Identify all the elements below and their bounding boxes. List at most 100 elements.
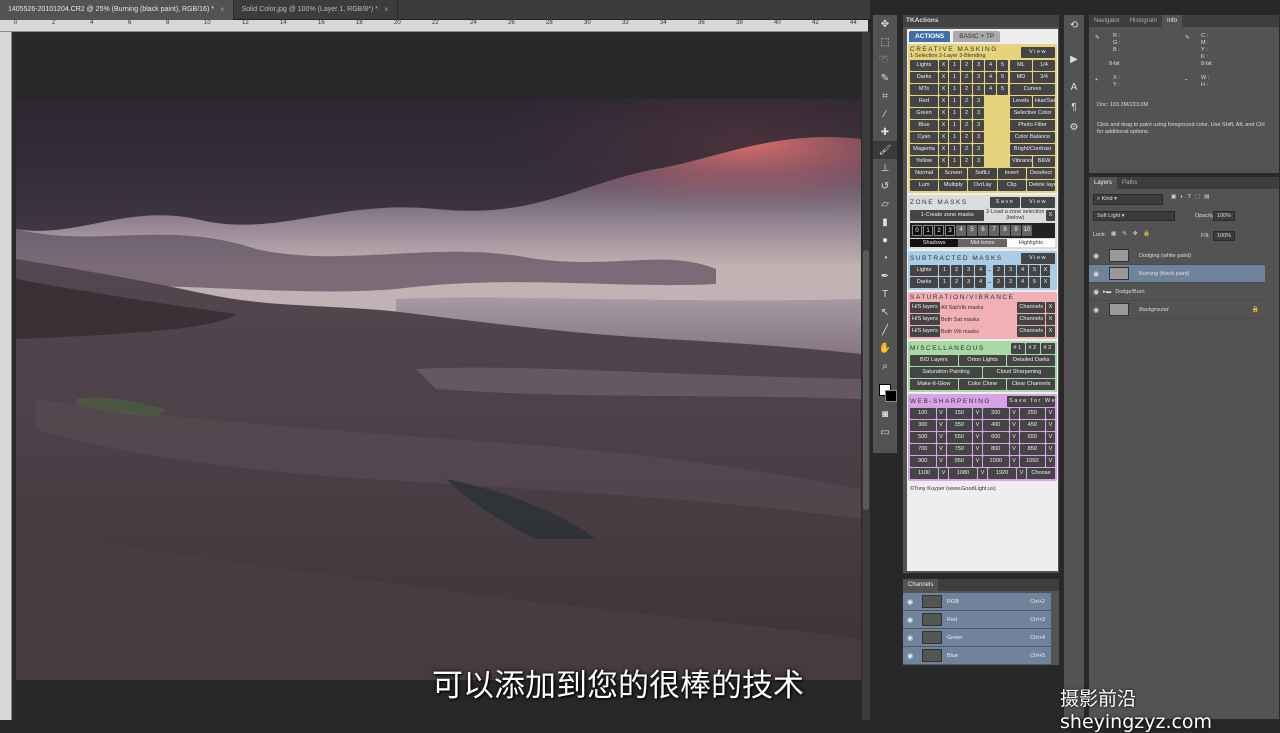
misc-button[interactable]: B/D Layers <box>910 355 958 366</box>
level-button[interactable]: 1 <box>939 277 950 288</box>
level-button[interactable]: 2 <box>993 265 1004 276</box>
adjustment-button[interactable]: Levels <box>1010 96 1032 107</box>
web-size-button[interactable]: 300 <box>910 420 936 431</box>
misc-1-button[interactable]: #1 <box>1011 343 1025 354</box>
eye-icon[interactable]: ◉ <box>1089 270 1103 278</box>
level-button[interactable]: 4 <box>1017 265 1028 276</box>
crop-tool-icon[interactable]: ⌗ <box>873 87 897 105</box>
zone-button[interactable]: 0 <box>912 225 922 236</box>
adjustment-button[interactable]: B&W <box>1033 156 1055 167</box>
tab-navigator[interactable]: Navigator <box>1089 15 1125 27</box>
channels-button[interactable]: Channels <box>1017 314 1045 325</box>
close-button[interactable]: X <box>939 156 948 167</box>
screen-mode-icon[interactable]: ▭ <box>873 423 897 441</box>
blur-tool-icon[interactable]: ● <box>873 231 897 249</box>
v-button[interactable]: V <box>1009 408 1019 419</box>
zone-button[interactable]: 7 <box>989 225 999 236</box>
v-button[interactable]: V <box>1017 468 1026 479</box>
level-button[interactable]: 5 <box>997 72 1008 83</box>
fill-input[interactable]: 100% <box>1213 231 1236 241</box>
view-button[interactable]: View <box>1021 253 1055 264</box>
close-button[interactable]: X <box>939 120 948 131</box>
eye-icon[interactable]: ◉ <box>1089 306 1103 314</box>
v-button[interactable]: V <box>936 432 946 443</box>
level-button[interactable]: 3 <box>973 144 984 155</box>
web-size-button[interactable]: 950 <box>946 456 972 467</box>
save-button[interactable]: Save <box>990 197 1020 208</box>
channels-button[interactable]: Channels <box>1017 326 1045 337</box>
level-button[interactable]: 2 <box>961 108 972 119</box>
eye-icon[interactable]: ◉ <box>1089 288 1103 296</box>
zone-button[interactable]: 9 <box>1011 225 1021 236</box>
web-size-button[interactable]: 200 <box>983 408 1009 419</box>
channel-row[interactable]: ◉ Red Ctrl+3 <box>903 611 1051 629</box>
lock-paint-icon[interactable]: ✎ <box>1122 231 1127 237</box>
blend-button[interactable]: Invert <box>997 168 1026 179</box>
color-swatches-icon[interactable] <box>873 375 897 405</box>
web-size-button[interactable]: 450 <box>1019 420 1045 431</box>
adjustment-button[interactable]: Bright/Contrast <box>1010 144 1055 155</box>
hs-layers-button[interactable]: H/S layers <box>910 326 940 337</box>
healing-brush-icon[interactable]: ✚ <box>873 123 897 141</box>
misc-button[interactable]: Detailed Darks <box>1007 355 1056 366</box>
adjustment-button[interactable]: ML <box>1010 60 1032 71</box>
v-button[interactable]: V <box>1046 432 1055 443</box>
level-button[interactable]: 3 <box>963 277 974 288</box>
close-button[interactable]: X <box>1046 302 1055 313</box>
level-button[interactable]: 4 <box>985 84 996 95</box>
web-size-button[interactable]: 550 <box>946 432 972 443</box>
layer-row[interactable]: ◉ Background 🔒 <box>1089 301 1265 319</box>
creative-label-button[interactable]: Magenta <box>910 144 938 155</box>
v-button[interactable]: V <box>936 420 946 431</box>
creative-label-button[interactable]: Darks <box>910 72 938 83</box>
close-button[interactable]: X <box>939 84 948 95</box>
v-button[interactable]: V <box>939 468 948 479</box>
adjustment-button[interactable]: Color Balance <box>1010 132 1055 143</box>
close-button[interactable]: X <box>1046 326 1055 337</box>
web-size-button[interactable]: 500 <box>910 432 936 443</box>
tool-presets-icon[interactable]: ⚙ <box>1064 117 1084 137</box>
misc-button[interactable]: Make-It-Glow <box>910 379 958 390</box>
level-button[interactable]: 3 <box>973 60 984 71</box>
v-button[interactable]: V <box>973 420 982 431</box>
v-button[interactable]: V <box>978 468 987 479</box>
level-button[interactable]: 2 <box>961 60 972 71</box>
move-tool-icon[interactable]: ✥ <box>873 15 897 33</box>
filter-kind-select[interactable]: ⌕ Kind ▾ <box>1093 194 1163 205</box>
zone-button[interactable]: 8 <box>1000 225 1010 236</box>
level-button[interactable]: 1 <box>949 108 960 119</box>
tab-channels[interactable]: Channels <box>903 579 939 591</box>
misc-2-button[interactable]: #2 <box>1026 343 1040 354</box>
v-button[interactable]: V <box>1009 420 1019 431</box>
type-filter-icon[interactable]: T <box>1188 194 1191 200</box>
tab-actions[interactable]: ACTIONS <box>909 31 951 42</box>
blend-button[interactable]: SoftLt <box>968 168 997 179</box>
eye-icon[interactable]: ◉ <box>903 634 917 642</box>
zone-button[interactable]: 4 <box>956 225 966 236</box>
adjustment-button[interactable]: Selective Color <box>1010 108 1055 119</box>
history-brush-icon[interactable]: ↺ <box>873 177 897 195</box>
level-button[interactable]: 1 <box>949 96 960 107</box>
web-size-button[interactable]: 1000 <box>983 456 1009 467</box>
close-button[interactable]: X <box>1041 265 1050 276</box>
zone-button[interactable]: 10 <box>1022 225 1032 236</box>
close-button[interactable]: X <box>939 96 948 107</box>
level-button[interactable]: 3 <box>973 120 984 131</box>
web-size-button[interactable]: Choose <box>1027 468 1055 479</box>
v-button[interactable]: V <box>973 408 982 419</box>
level-button[interactable]: 5 <box>1029 265 1040 276</box>
level-button[interactable]: 1 <box>949 132 960 143</box>
blend-button[interactable]: OvrLay <box>968 180 997 191</box>
layer-row[interactable]: ◉ Dodging (white paint) <box>1089 247 1265 265</box>
creative-label-button[interactable]: Cyan <box>910 132 938 143</box>
level-button[interactable]: 3 <box>973 72 984 83</box>
level-button[interactable]: 4 <box>985 60 996 71</box>
save-for-web-button[interactable]: Save for Web <box>1007 396 1055 407</box>
dodge-tool-icon[interactable]: ◔ <box>873 249 897 267</box>
v-button[interactable]: V <box>1046 420 1055 431</box>
hs-layers-button[interactable]: H/S layers <box>910 302 940 313</box>
quick-select-tool-icon[interactable]: ✎ <box>873 69 897 87</box>
web-size-button[interactable]: 350 <box>946 420 972 431</box>
level-button[interactable]: 4 <box>985 72 996 83</box>
smart-filter-icon[interactable]: ▤ <box>1204 194 1209 200</box>
